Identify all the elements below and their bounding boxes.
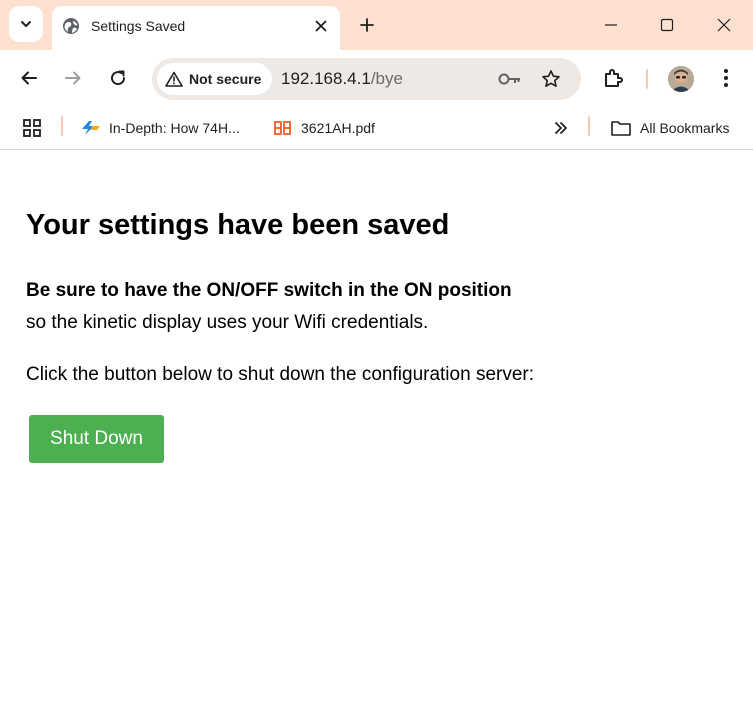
bolt-favicon-icon [82, 121, 100, 135]
all-bookmarks-label: All Bookmarks [640, 120, 730, 136]
bookmarks-bar: In-Depth: How 74H... 3621AH.pdf All Book… [0, 106, 753, 150]
arrow-right-icon [65, 71, 81, 85]
password-key-button[interactable] [498, 67, 522, 91]
extensions-button[interactable] [600, 64, 628, 92]
tab-close-button[interactable] [310, 15, 332, 37]
url-text[interactable]: 192.168.4.1/bye [281, 69, 403, 89]
close-icon [315, 20, 327, 32]
bookmark-star-button[interactable] [539, 67, 563, 91]
page-content: Your settings have been saved Be sure to… [0, 151, 753, 710]
bookmark-label: In-Depth: How 74H... [109, 120, 240, 136]
apps-button[interactable] [22, 116, 50, 140]
maximize-button[interactable] [647, 8, 687, 42]
menu-button[interactable] [712, 64, 740, 92]
reload-button[interactable] [104, 64, 132, 92]
security-chip[interactable]: Not secure [157, 63, 272, 95]
minimize-button[interactable] [591, 8, 631, 42]
switch-notice-detail: so the kinetic display uses your Wifi cr… [26, 312, 429, 333]
address-bar[interactable]: Not secure 192.168.4.1/bye [152, 58, 581, 100]
seven-segment-favicon-icon [274, 121, 291, 135]
url-host: 192.168.4.1 [281, 69, 371, 88]
bookmarks-overflow-button[interactable] [553, 116, 577, 140]
back-button[interactable] [15, 64, 43, 92]
browser-toolbar: Not secure 192.168.4.1/bye [0, 50, 753, 106]
warning-icon [165, 71, 183, 87]
bookmarks-divider [588, 116, 590, 136]
new-tab-button[interactable] [354, 12, 380, 38]
active-tab[interactable]: Settings Saved [52, 6, 340, 50]
tab-search-button[interactable] [9, 6, 43, 42]
globe-icon [63, 18, 79, 34]
switch-notice: Be sure to have the ON/OFF switch in the… [26, 280, 512, 301]
avatar-icon [668, 66, 694, 92]
page-heading: Your settings have been saved [26, 209, 450, 241]
maximize-icon [660, 18, 674, 32]
puzzle-icon [605, 69, 623, 87]
bookmark-item-pdf[interactable]: 3621AH.pdf [273, 116, 375, 140]
apps-grid-icon [23, 119, 41, 137]
more-vert-icon [724, 69, 728, 87]
close-window-button[interactable] [704, 8, 744, 42]
profile-avatar[interactable] [668, 66, 694, 92]
chevron-down-icon [21, 21, 31, 27]
url-path: /bye [370, 69, 403, 88]
chevron-double-right-icon [555, 122, 567, 134]
close-icon [717, 18, 731, 32]
security-label: Not secure [189, 71, 262, 87]
key-icon [498, 73, 520, 85]
arrow-left-icon [21, 71, 37, 85]
bookmark-label: 3621AH.pdf [301, 120, 375, 136]
tab-title: Settings Saved [91, 18, 186, 34]
tab-strip: Settings Saved [0, 0, 753, 50]
plus-icon [360, 18, 374, 32]
folder-icon [611, 121, 631, 136]
bookmark-item-indepth[interactable]: In-Depth: How 74H... [80, 116, 240, 140]
shutdown-instruction: Click the button below to shut down the … [26, 364, 535, 385]
star-icon [542, 70, 560, 87]
minimize-icon [605, 24, 617, 26]
forward-button[interactable] [59, 64, 87, 92]
shut-down-button[interactable]: Shut Down [29, 415, 164, 463]
reload-icon [111, 70, 126, 86]
toolbar-divider [646, 69, 648, 89]
bookmarks-divider [61, 116, 63, 136]
all-bookmarks-button[interactable]: All Bookmarks [610, 116, 729, 140]
